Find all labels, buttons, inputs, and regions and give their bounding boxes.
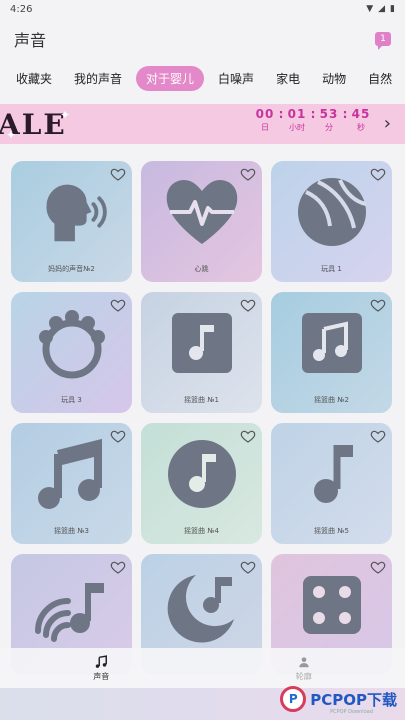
cellular-icon: ◢ (378, 4, 386, 14)
timer-minutes: 01 (287, 107, 307, 121)
timer-seconds: 53 (319, 107, 339, 121)
sound-label: 玩具 3 (61, 396, 82, 404)
bottom-nav: 声音 轮廓 (0, 648, 405, 688)
tab-my-sounds[interactable]: 我的声音 (66, 66, 130, 91)
sound-label: 摇篮曲 №2 (314, 396, 349, 404)
music-note-circle-icon (161, 433, 243, 515)
sale-banner[interactable]: ALE ✦ ✦ 00 日 : 01 小时 : 53 分 : 45 秒 › (0, 104, 405, 144)
nav-label: 轮廓 (295, 671, 312, 681)
chevron-right-icon[interactable]: › (384, 113, 391, 134)
status-time: 4:26 (10, 3, 33, 15)
music-note-icon (96, 654, 108, 668)
music-wave-icon (31, 564, 113, 646)
category-tabs: 收藏夹 我的声音 对于婴儿 白噪声 家电 动物 自然 (0, 60, 405, 96)
sound-label: 摇篮曲 №1 (184, 396, 219, 404)
battery-icon: ▮ (390, 4, 395, 14)
tab-nature[interactable]: 自然 (360, 66, 400, 91)
page-title: 声音 (14, 31, 47, 50)
watermark-text: PCPOP下载 (310, 690, 397, 709)
sound-label: 妈妈的声音№2 (48, 265, 95, 273)
watermark-subtext: PCPOP Download (330, 709, 373, 715)
woman-speaking-icon (31, 171, 113, 253)
sparkle-icon: ✦ (60, 108, 71, 122)
sound-card[interactable]: 玩具 3 (11, 292, 132, 413)
rattle-icon (31, 302, 113, 384)
sound-card[interactable]: 玩具 1 (271, 161, 392, 282)
tab-white-noise[interactable]: 白噪声 (210, 66, 262, 91)
tab-animals[interactable]: 动物 (314, 66, 354, 91)
nav-sounds[interactable]: 声音 (0, 648, 203, 688)
watermark-logo-icon: P (280, 686, 307, 712)
person-icon (299, 656, 309, 667)
sound-label: 心跳 (194, 265, 209, 273)
sound-card[interactable]: 妈妈的声音№2 (11, 161, 132, 282)
ball-icon (291, 171, 373, 253)
music-double-note-square-icon (291, 302, 373, 384)
timer-frames: 45 (351, 107, 371, 121)
chat-icon[interactable]: 1 (375, 32, 391, 50)
sound-card[interactable]: 心跳 (141, 161, 262, 282)
app-header: 声音 1 (0, 18, 405, 60)
sound-label: 摇篮曲 №3 (54, 527, 89, 535)
tab-appliances[interactable]: 家电 (268, 66, 308, 91)
tab-for-babies[interactable]: 对于婴儿 (136, 65, 205, 91)
sound-card[interactable]: 摇篮曲 №3 (11, 423, 132, 544)
nav-label: 声音 (93, 671, 110, 681)
sound-card[interactable]: 摇篮曲 №2 (271, 292, 392, 413)
watermark: P PCPOP下载 PCPOP Download (280, 686, 397, 715)
heartbeat-icon (161, 171, 243, 253)
nav-profile[interactable]: 轮廓 (203, 648, 405, 688)
moon-note-icon (161, 564, 243, 646)
sound-card[interactable]: 摇篮曲 №4 (141, 423, 262, 544)
tab-favorites[interactable]: 收藏夹 (8, 66, 60, 91)
timer-hours: 00 (255, 107, 275, 121)
dice-icon (291, 564, 373, 646)
sound-label: 摇篮曲 №5 (314, 527, 349, 535)
single-note-icon (291, 433, 373, 515)
sound-grid: 妈妈的声音№2 心跳 玩具 1 玩具 3 摇篮曲 №1 摇篮曲 №2 摇篮曲 №… (11, 161, 392, 675)
signal-icon: ▼ (366, 4, 374, 14)
sound-card[interactable]: 摇篮曲 №5 (271, 423, 392, 544)
sound-label: 玩具 1 (321, 265, 342, 273)
chat-badge: 1 (380, 34, 386, 44)
music-note-square-icon (161, 302, 243, 384)
status-bar: 4:26 ▼ ◢ ▮ (0, 0, 405, 18)
sound-card[interactable]: 摇篮曲 №1 (141, 292, 262, 413)
sound-label: 摇篮曲 №4 (184, 527, 219, 535)
double-note-icon (31, 433, 113, 515)
sparkle-icon: ✦ (6, 128, 17, 142)
countdown-timer: 00 日 : 01 小时 : 53 分 : 45 秒 (252, 107, 374, 133)
